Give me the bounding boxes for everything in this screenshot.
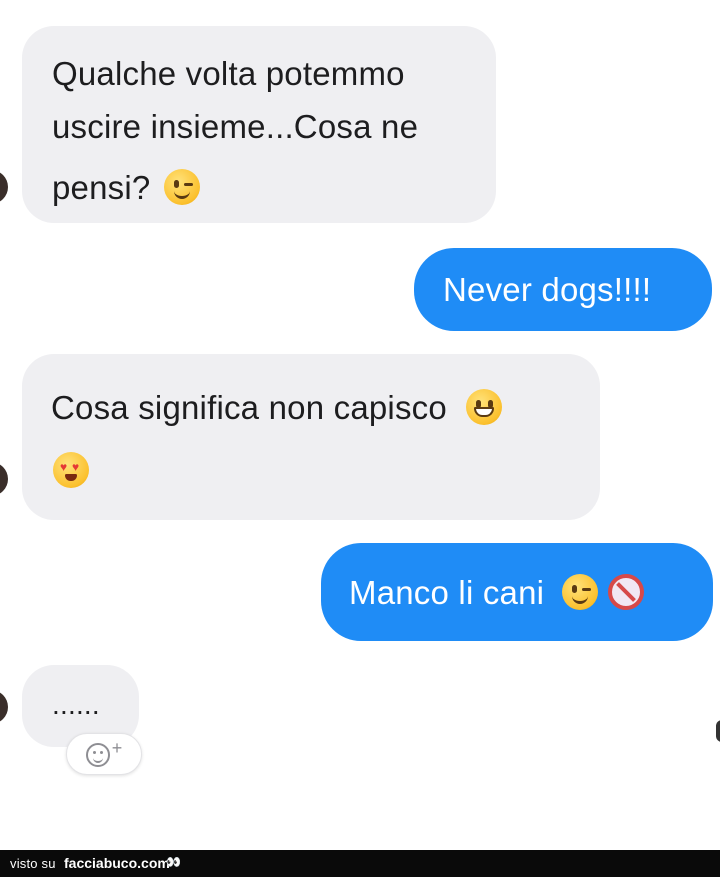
- outgoing-message-1[interactable]: Never dogs!!!!: [414, 248, 712, 331]
- no-entry-icon: [607, 574, 644, 611]
- wink-emoji: [561, 574, 598, 611]
- plus-icon: +: [111, 738, 123, 758]
- message-line: Qualche volta potemmo: [52, 55, 405, 92]
- message-line-group: ♥ ♥: [51, 445, 600, 496]
- message-line-group: Cosa significa non capisco: [51, 382, 600, 433]
- message-text: Cosa significa non capisco: [51, 389, 447, 426]
- read-receipt-avatar: [716, 720, 720, 742]
- message-text: Never dogs!!!!: [443, 271, 652, 308]
- watermark-footer: visto su facciabuco.com 👀: [0, 850, 720, 877]
- sender-avatar[interactable]: [0, 690, 8, 724]
- incoming-message-2[interactable]: Cosa significa non capisco ♥ ♥: [22, 354, 600, 520]
- wink-emoji: [163, 169, 200, 206]
- message-text: Manco li cani: [349, 574, 545, 611]
- add-reaction-button[interactable]: +: [66, 733, 142, 775]
- message-text: ......: [52, 689, 100, 720]
- sender-avatar[interactable]: [0, 170, 8, 204]
- chat-thread: Qualche volta potemmo uscire insieme...C…: [0, 0, 720, 850]
- message-line: uscire insieme...Cosa ne: [52, 108, 419, 145]
- eyes-logo-icon: 👀: [166, 855, 181, 869]
- message-line: pensi?: [52, 169, 151, 206]
- sender-avatar[interactable]: [0, 462, 8, 496]
- grin-emoji: [466, 389, 503, 426]
- outgoing-message-2[interactable]: Manco li cani: [321, 543, 713, 641]
- heart-eyes-emoji: ♥ ♥: [53, 452, 89, 489]
- footer-site[interactable]: facciabuco.com: [64, 850, 170, 877]
- footer-prefix: visto su: [10, 856, 56, 871]
- add-reaction-icon: [85, 743, 110, 768]
- incoming-message-1[interactable]: Qualche volta potemmo uscire insieme...C…: [22, 26, 496, 223]
- message-line-group: pensi?: [52, 162, 496, 213]
